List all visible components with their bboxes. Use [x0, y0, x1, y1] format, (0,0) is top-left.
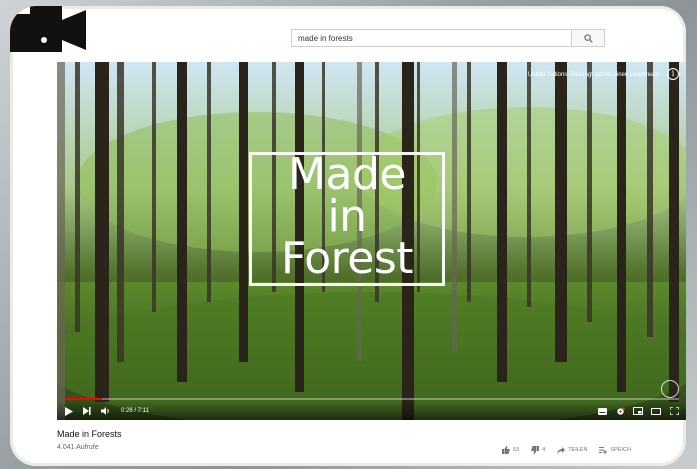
un-logo-icon	[661, 380, 679, 398]
search-bar	[291, 29, 605, 47]
video-player[interactable]: United Nations überträgt aktuell einen L…	[57, 62, 686, 420]
gear-icon	[616, 407, 625, 415]
share-button[interactable]: TEILEN	[557, 446, 588, 454]
subtitles-icon	[597, 407, 607, 415]
dislike-button[interactable]: 4	[531, 446, 545, 454]
view-count: 4.041 Aufrufe	[57, 444, 99, 451]
theater-button[interactable]	[651, 407, 661, 415]
play-button[interactable]	[65, 404, 73, 418]
fullscreen-button[interactable]	[669, 407, 679, 415]
next-icon	[83, 407, 91, 415]
share-icon	[557, 446, 566, 454]
video-title: Made in Forests	[57, 429, 122, 439]
camera-logo-icon	[10, 6, 86, 52]
share-label: TEILEN	[568, 447, 588, 453]
thumbs-down-icon	[531, 446, 540, 454]
search-input[interactable]	[291, 29, 571, 47]
save-label: SPEICH	[610, 447, 631, 453]
like-button[interactable]: 53	[502, 446, 519, 454]
screen: United Nations überträgt aktuell einen L…	[10, 6, 686, 466]
subtitles-button[interactable]	[597, 407, 607, 415]
volume-icon	[101, 407, 109, 415]
miniplayer-button[interactable]	[633, 407, 643, 415]
fullscreen-icon	[669, 407, 679, 415]
theater-icon	[651, 407, 661, 415]
like-count: 53	[513, 447, 520, 453]
video-actions: 53 4 TEILEN SPEICH	[502, 446, 643, 454]
livestream-notice[interactable]: United Nations überträgt aktuell einen L…	[528, 72, 661, 78]
save-button[interactable]: SPEICH	[599, 446, 631, 454]
volume-button[interactable]	[101, 404, 111, 418]
settings-button[interactable]	[615, 407, 625, 415]
playlist-add-icon	[599, 446, 608, 454]
miniplayer-icon	[633, 407, 643, 415]
progress-bar[interactable]	[65, 398, 679, 400]
next-button[interactable]	[83, 404, 91, 418]
time-display: 0:26 / 7:11	[121, 408, 149, 414]
info-icon[interactable]: i	[667, 68, 679, 80]
progress-fill	[65, 398, 103, 400]
search-button[interactable]	[571, 29, 605, 47]
search-icon	[583, 33, 593, 43]
play-icon	[65, 406, 73, 416]
thumbs-up-icon	[502, 446, 510, 454]
player-controls: 0:26 / 7:11	[57, 402, 686, 420]
title-overlay: Made in Forest	[280, 149, 414, 284]
dislike-count: 4	[542, 447, 546, 453]
